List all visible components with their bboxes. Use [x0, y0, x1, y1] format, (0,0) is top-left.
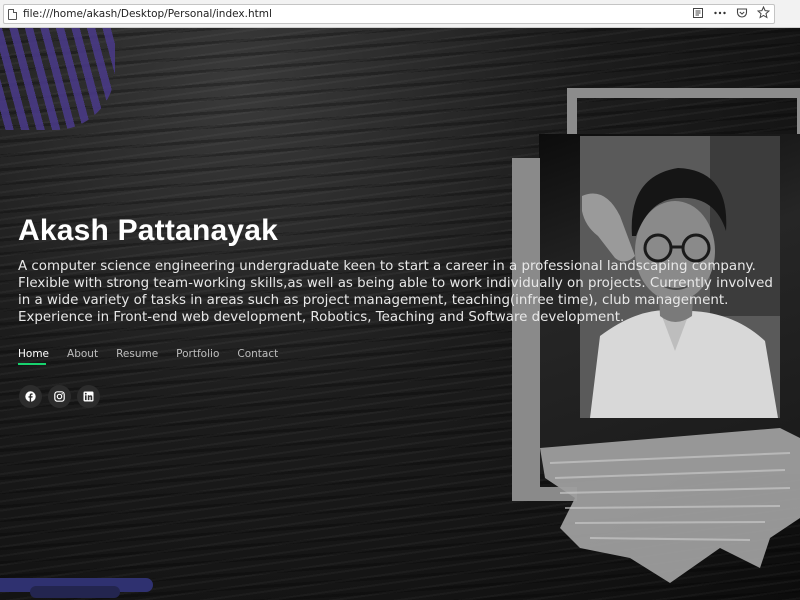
pocket-icon[interactable]	[736, 7, 748, 19]
page-icon	[8, 8, 17, 20]
browser-toolbar: file:///home/akash/Desktop/Personal/inde…	[0, 0, 800, 28]
instagram-icon	[54, 391, 65, 402]
nav-item-portfolio[interactable]: Portfolio	[176, 348, 219, 365]
nav-item-contact[interactable]: Contact	[237, 348, 278, 365]
nav-item-home[interactable]: Home	[18, 348, 49, 365]
social-links	[19, 385, 100, 408]
nav-item-resume[interactable]: Resume	[116, 348, 158, 365]
decor-blob	[30, 586, 120, 598]
hero-bio: A computer science engineering undergrad…	[18, 259, 773, 325]
instagram-link[interactable]	[48, 385, 71, 408]
linkedin-link[interactable]	[77, 385, 100, 408]
bookmark-star-icon[interactable]	[757, 6, 770, 19]
more-actions-icon[interactable]	[713, 7, 727, 19]
hero-name: Akash Pattanayak	[18, 214, 279, 247]
address-bar[interactable]: file:///home/akash/Desktop/Personal/inde…	[3, 4, 775, 24]
url-text[interactable]: file:///home/akash/Desktop/Personal/inde…	[23, 8, 272, 20]
facebook-link[interactable]	[19, 385, 42, 408]
main-nav: Home About Resume Portfolio Contact	[18, 348, 278, 365]
brush-stroke-decor	[540, 428, 800, 583]
hero-section: Akash Pattanayak A computer science engi…	[0, 28, 800, 600]
reader-view-icon[interactable]	[692, 7, 704, 19]
linkedin-icon	[83, 391, 94, 402]
decor-stripes	[0, 28, 115, 130]
facebook-icon	[25, 391, 36, 402]
nav-item-about[interactable]: About	[67, 348, 98, 365]
